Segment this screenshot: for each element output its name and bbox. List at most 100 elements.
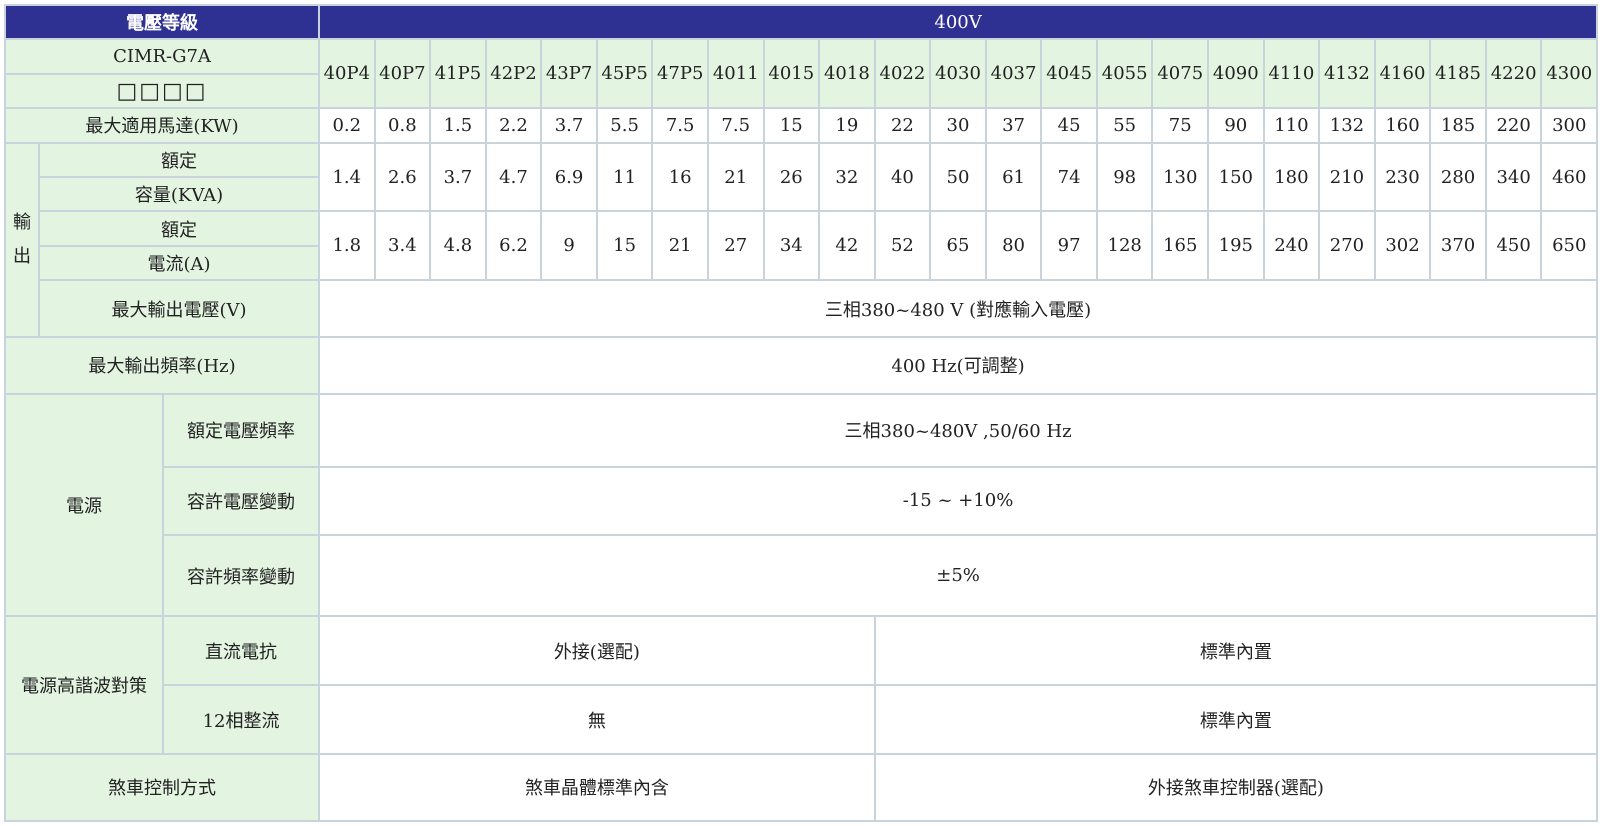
model-code-cell: 4110 [1262,38,1321,110]
current-cell: 3.4 [373,210,432,282]
max-voltage-label: 最大輸出電壓(V) [37,279,321,338]
max-motor-cell: 2.2 [484,107,543,144]
braking-label: 煞車控制方式 [3,752,321,823]
voltage-tolerance-value: -15 ~ +10% [318,465,1599,537]
model-code-cell: 43P7 [540,38,598,110]
current-cell: 80 [984,210,1043,282]
capacity-cell: 4.7 [484,141,543,213]
model-code-cell: 42P2 [484,38,543,110]
capacity-cell: 11 [595,141,654,213]
voltage-class-value: 400V [318,3,1599,41]
max-motor-cell: 220 [1484,107,1543,144]
frequency-tolerance-label: 容許頻率變動 [161,534,321,618]
power-rated-label: 額定電壓頻率 [161,392,321,468]
max-motor-cell: 160 [1373,107,1432,144]
current-cell: 240 [1262,210,1321,282]
capacity-cell: 2.6 [373,141,432,213]
dc-reactor-label: 直流電抗 [161,615,321,687]
rectifier-row: 12相整流 無 標準內置 [5,684,1599,755]
spec-table: 電壓等級 400V CIMR-G7A 40P4 40P7 41P5 42P2 43P7 4… [3,3,1599,823]
output-group-char: 出 [13,245,31,267]
model-code-cell: 4015 [762,38,821,110]
current-cell: 65 [929,210,987,282]
model-code-cell: 4220 [1484,38,1543,110]
model-code-cell: 4022 [873,38,932,110]
capacity-cell: 460 [1540,141,1599,213]
frequency-tolerance-value: ±5% [318,534,1599,618]
model-code-cell: 45P5 [595,38,654,110]
max-frequency-value: 400 Hz(可調整) [318,335,1599,395]
max-motor-cell: 132 [1318,107,1376,144]
current-cell: 27 [706,210,765,282]
capacity-cell: 98 [1095,141,1154,213]
current-row: 額定 1.8 3.4 4.8 6.2 9 15 21 27 34 42 52 65 80 97 128 165… [5,210,1599,282]
capacity-row: 輸出 額定 1.4 2.6 3.7 4.7 6.9 11 16 21 26 32 40 50 61 74 9… [4,141,1599,338]
braking-value-left: 煞車晶體標準內含 [318,752,876,823]
max-motor-cell: 0.8 [373,107,432,144]
current-cell: 650 [1540,210,1599,282]
max-motor-cell: 5.5 [595,107,654,144]
capacity-cell: 280 [1429,141,1487,213]
max-motor-cell: 3.7 [540,107,598,144]
capacity-cell: 21 [706,141,765,213]
max-motor-cell: 30 [929,107,987,144]
max-motor-cell: 300 [1540,107,1599,144]
capacity-cell: 1.4 [318,141,376,213]
capacity-cell: 32 [818,141,876,213]
max-motor-cell: 0.2 [318,107,376,144]
model-code-cell: 47P5 [651,38,709,110]
dc-reactor-value-right: 標準內置 [873,615,1599,687]
max-motor-cell: 185 [1429,107,1487,144]
max-motor-cell: 7.5 [651,107,709,144]
model-code-cell: 4090 [1207,38,1265,110]
current-cell: 195 [1207,210,1265,282]
model-code-cell: 4037 [984,38,1043,110]
rectifier-value-left: 無 [318,684,876,755]
capacity-cell: 180 [1262,141,1321,213]
current-cell: 128 [1095,210,1154,282]
current-cell: 34 [762,210,821,282]
braking-row: 煞車控制方式 煞車晶體標準內含 外接煞車控制器(選配) [3,752,1599,823]
power-group-label: 電源 [4,392,164,618]
model-code-cell: 4011 [706,38,765,110]
max-frequency-label: 最大輸出頻率(Hz) [3,335,321,395]
current-cell: 6.2 [484,210,543,282]
current-cell: 270 [1318,210,1376,282]
voltage-class-label: 電壓等級 [3,3,321,41]
max-motor-cell: 1.5 [429,107,487,144]
capacity-cell: 16 [651,141,709,213]
max-voltage-value: 三相380~480 V (對應輸入電壓) [318,279,1599,338]
current-cell: 4.8 [429,210,487,282]
max-motor-cell: 19 [818,107,876,144]
max-motor-cell: 55 [1095,107,1154,144]
model-code-cell: 4132 [1318,38,1376,110]
current-cell: 52 [873,210,932,282]
braking-value-right: 外接煞車控制器(選配) [873,752,1599,823]
max-motor-cell: 90 [1207,107,1265,144]
header-row: 電壓等級 400V [3,3,1599,41]
model-code-cell: 40P7 [373,38,432,110]
current-cell: 15 [595,210,654,282]
capacity-cell: 40 [873,141,932,213]
current-cell: 21 [651,210,709,282]
model-row: CIMR-G7A 40P4 40P7 41P5 42P2 43P7 45P5 47P5 401… [3,38,1599,110]
dc-reactor-row: 電源高諧波對策 直流電抗 外接(選配) 標準內置 [4,615,1599,755]
current-cell: 302 [1373,210,1432,282]
max-motor-cell: 75 [1151,107,1210,144]
max-motor-row: 最大適用馬達(KW) 0.2 0.8 1.5 2.2 3.7 5.5 7.5 7.5 15 19 2… [3,107,1599,144]
model-code-cell: 4030 [929,38,987,110]
model-code-cell: 4018 [818,38,876,110]
frequency-tolerance-row: 容許頻率變動 ±5% [5,534,1599,618]
model-code-cell: 4075 [1151,38,1210,110]
current-label-line1: 額定 [37,210,321,247]
max-motor-cell: 45 [1040,107,1098,144]
rectifier-label: 12相整流 [161,684,321,755]
capacity-cell: 61 [984,141,1043,213]
max-motor-cell: 7.5 [706,107,765,144]
model-code-cell: 4300 [1540,38,1599,110]
current-cell: 1.8 [318,210,376,282]
capacity-cell: 230 [1373,141,1432,213]
voltage-tolerance-label: 容許電壓變動 [161,465,321,537]
model-code-cell: 4160 [1373,38,1432,110]
capacity-cell: 6.9 [540,141,598,213]
